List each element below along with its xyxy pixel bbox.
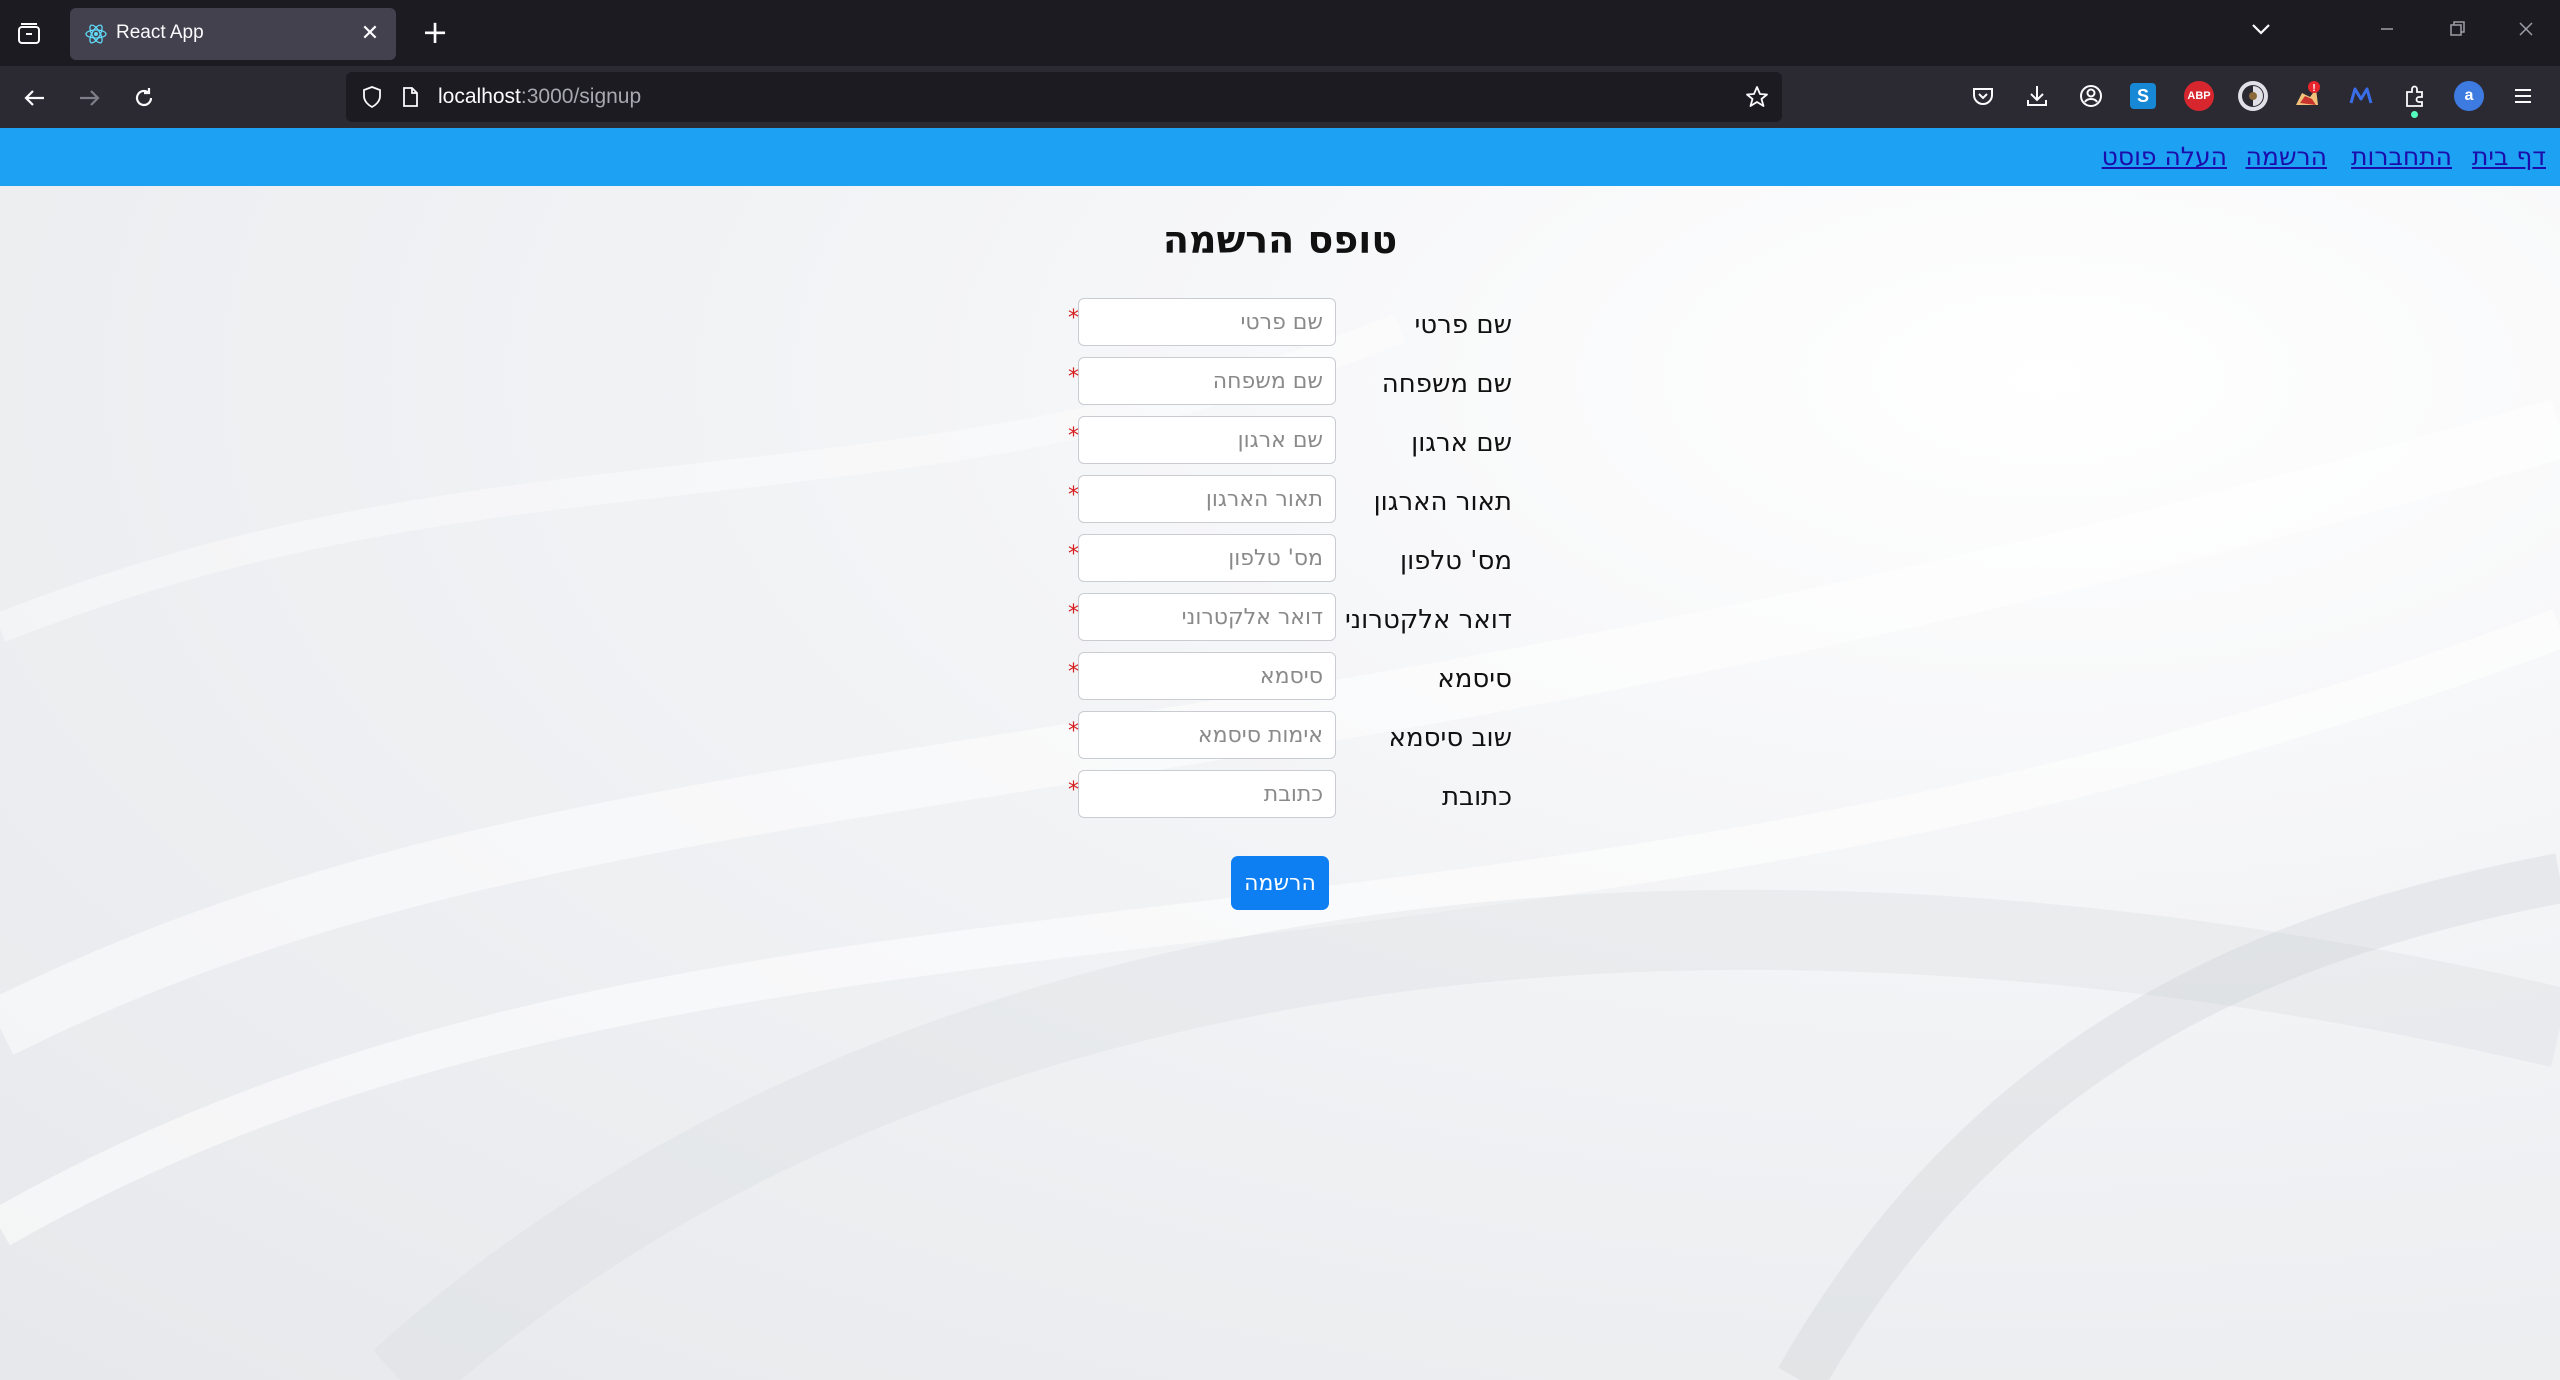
- required-mark: *: [1068, 483, 1079, 508]
- abp-icon[interactable]: ABP: [2184, 81, 2214, 111]
- required-mark: *: [1068, 601, 1079, 626]
- download-icon[interactable]: [2022, 81, 2052, 111]
- pocket-icon[interactable]: [1968, 81, 1998, 111]
- nav-link-login[interactable]: התחברות: [2351, 142, 2452, 171]
- forward-icon[interactable]: [71, 80, 107, 116]
- phone-input[interactable]: [1078, 534, 1336, 582]
- m-extension-icon[interactable]: [2346, 81, 2376, 111]
- page-content: דף בית התחברות הרשמה העלה פוסט טופס הרשמ…: [0, 128, 2560, 1380]
- minimize-icon[interactable]: [2370, 16, 2404, 50]
- nav-link-upload-post[interactable]: העלה פוסט: [2102, 142, 2227, 171]
- form-title: טופס הרשמה: [1162, 218, 1398, 262]
- a-extension-icon[interactable]: a: [2454, 81, 2484, 111]
- required-mark: *: [1068, 365, 1079, 390]
- bookmark-star-icon[interactable]: [1744, 84, 1770, 110]
- privacy-badger-icon[interactable]: [2238, 81, 2268, 111]
- signup-submit-button[interactable]: הרשמה: [1231, 856, 1329, 910]
- required-mark: *: [1068, 778, 1079, 803]
- account-icon[interactable]: [2076, 81, 2106, 111]
- required-mark: *: [1068, 542, 1079, 567]
- s-extension-icon[interactable]: S: [2130, 83, 2156, 109]
- email-input[interactable]: [1078, 593, 1336, 641]
- confirm-password-input[interactable]: [1078, 711, 1336, 759]
- browser-tab[interactable]: React App ✕: [70, 8, 396, 60]
- alert-extension-icon[interactable]: !: [2292, 81, 2322, 111]
- address-input[interactable]: [1078, 770, 1336, 818]
- nav-link-home[interactable]: דף בית: [2472, 142, 2546, 171]
- required-mark: *: [1068, 719, 1079, 744]
- tab-list-icon[interactable]: [12, 17, 46, 51]
- url-text[interactable]: localhost:3000/signup: [438, 85, 641, 109]
- puzzle-icon[interactable]: [2400, 81, 2430, 111]
- address-bar[interactable]: localhost:3000/signup: [346, 72, 1782, 122]
- required-mark: *: [1068, 306, 1079, 331]
- password-input[interactable]: [1078, 652, 1336, 700]
- react-icon: [84, 22, 108, 46]
- nav-link-signup[interactable]: הרשמה: [2246, 142, 2327, 171]
- org-description-input[interactable]: [1078, 475, 1336, 523]
- restore-icon[interactable]: [2440, 16, 2474, 50]
- first-name-input[interactable]: [1078, 298, 1336, 346]
- last-name-input[interactable]: [1078, 357, 1336, 405]
- menu-icon[interactable]: [2508, 81, 2538, 111]
- url-host: localhost: [438, 85, 521, 108]
- close-window-icon[interactable]: [2509, 16, 2543, 50]
- new-tab-icon[interactable]: +: [418, 16, 452, 50]
- shield-icon[interactable]: [360, 85, 384, 109]
- notification-dot: [2411, 111, 2418, 118]
- list-all-tabs-icon[interactable]: [2244, 16, 2278, 50]
- tab-bar: React App ✕ +: [0, 0, 2560, 66]
- tab-title: React App: [116, 22, 204, 43]
- site-navbar: דף בית התחברות הרשמה העלה פוסט: [0, 128, 2560, 186]
- svg-text:!: !: [2312, 83, 2315, 94]
- org-name-input[interactable]: [1078, 416, 1336, 464]
- reload-icon[interactable]: [126, 80, 162, 116]
- url-path: :3000/signup: [520, 85, 642, 108]
- required-mark: *: [1068, 660, 1079, 685]
- required-mark: *: [1068, 424, 1079, 449]
- page-icon[interactable]: [398, 85, 422, 109]
- back-icon[interactable]: [17, 80, 53, 116]
- close-tab-icon[interactable]: ✕: [358, 21, 382, 45]
